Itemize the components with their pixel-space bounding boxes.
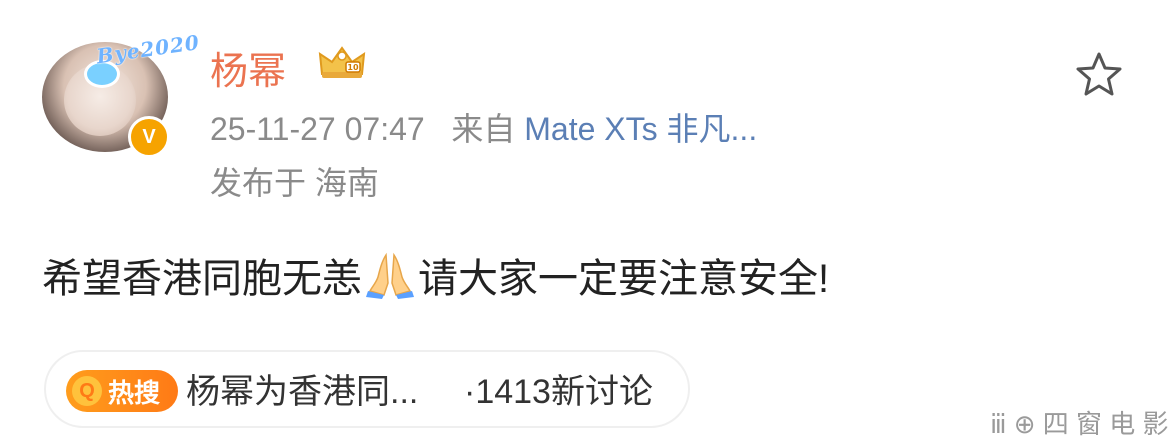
watermark: ⅲ ⊕ 四 窗 电 影 (990, 409, 1169, 439)
crown-icon: 10 (318, 46, 366, 78)
hot-search-pill[interactable]: Q 热搜 杨幂为香港同... ·1413新讨论 (44, 350, 690, 428)
post-text-part2: 请大家一定要注意安全! (418, 257, 830, 301)
hot-search-badge-label: 热搜 (108, 377, 161, 408)
username[interactable]: 杨幂 (210, 40, 286, 95)
verified-mark: V (142, 126, 156, 148)
verified-badge: V (128, 116, 170, 158)
discussion-count: ·1413新讨论 (464, 373, 653, 411)
post-meta: 25-11-27 07:47 来自 Mate XTs 非凡... (210, 104, 757, 150)
hot-search-title: 杨幂为香港同... (186, 373, 419, 411)
svg-text:10: 10 (347, 63, 359, 72)
pray-emoji-icon (366, 252, 414, 299)
timestamp: 25-11-27 07:47 (210, 111, 425, 147)
hot-search-badge: Q 热搜 (66, 370, 178, 412)
post-text-part1: 希望香港同胞无恙 (42, 257, 362, 301)
star-icon[interactable] (1072, 48, 1126, 102)
post-body: 希望香港同胞无恙 请大家一定要注意安全! (42, 246, 829, 304)
source-device-link[interactable]: Mate XTs 非凡... (524, 111, 757, 147)
avatar-deco-text: Bye2020 (94, 30, 202, 69)
location: 发布于 海南 (210, 165, 379, 201)
source-prefix: 来自 (451, 111, 516, 147)
search-icon: Q (72, 376, 102, 406)
